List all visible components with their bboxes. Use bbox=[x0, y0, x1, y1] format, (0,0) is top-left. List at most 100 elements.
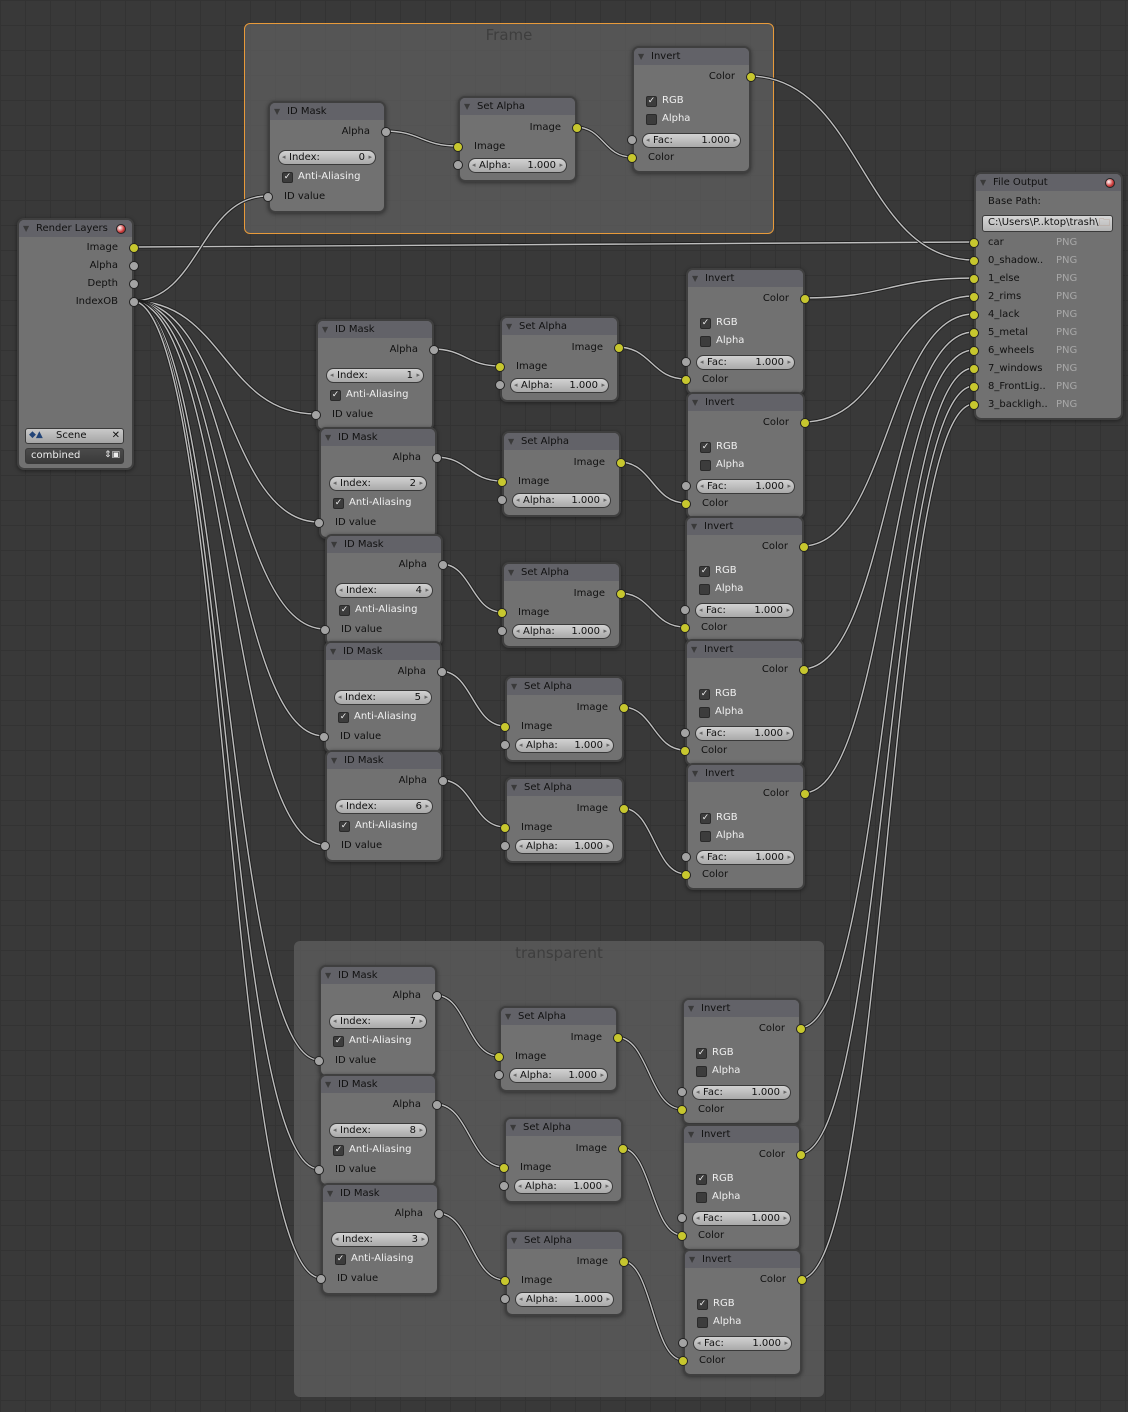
output-image-socket[interactable] bbox=[619, 804, 629, 814]
rgb-checkbox[interactable]: ✓ bbox=[700, 442, 711, 453]
index-field[interactable]: ◂ Index: 2 ▸ bbox=[329, 476, 427, 491]
rgb-checkbox[interactable]: ✓ bbox=[696, 1048, 707, 1059]
decrement-arrow-icon[interactable]: ◂ bbox=[696, 1212, 700, 1225]
increment-arrow-icon[interactable]: ▸ bbox=[606, 1293, 610, 1306]
input-id-value-socket[interactable] bbox=[314, 1056, 324, 1066]
link-image-to-car[interactable] bbox=[131, 241, 975, 248]
invert-node-header[interactable]: ▼ Invert bbox=[684, 1126, 799, 1143]
input-alpha-socket[interactable] bbox=[494, 1070, 504, 1080]
link-image-to-color[interactable] bbox=[621, 1260, 684, 1361]
invert-node[interactable]: ▼ Invert Color ✓ RGB Alpha ◂ Fac: 1.000 ▸ Color bbox=[681, 392, 810, 519]
fac-field[interactable]: ◂ Fac: 1.000 ▸ bbox=[692, 1085, 791, 1100]
decrement-arrow-icon[interactable]: ◂ bbox=[646, 134, 650, 147]
output-image-socket[interactable] bbox=[129, 243, 139, 253]
base-path-input[interactable]: C:\Users\P..ktop\trash\ 🗀 bbox=[982, 215, 1113, 232]
link-image-to-color[interactable] bbox=[618, 592, 686, 628]
input-color-socket[interactable] bbox=[677, 1231, 687, 1241]
input-fac-socket[interactable] bbox=[677, 1213, 687, 1223]
link-image-to-color[interactable] bbox=[574, 126, 633, 158]
set-alpha-node-header[interactable]: ▼ Set Alpha bbox=[507, 779, 622, 796]
increment-arrow-icon[interactable]: ▸ bbox=[603, 494, 607, 507]
collapse-triangle-icon[interactable]: ▼ bbox=[692, 765, 698, 782]
invert-node[interactable]: ▼ Invert Color ✓ RGB Alpha ◂ Fac: 1.000 ▸ Color bbox=[678, 1249, 807, 1376]
alpha-checkbox[interactable] bbox=[696, 1192, 707, 1203]
input-alpha-socket[interactable] bbox=[497, 495, 507, 505]
output-image-socket[interactable] bbox=[618, 1144, 628, 1154]
link-alpha-to-image[interactable] bbox=[431, 348, 501, 367]
set-alpha-node-header[interactable]: ▼ Set Alpha bbox=[506, 1119, 621, 1136]
id-mask-node-header[interactable]: ▼ ID Mask bbox=[318, 321, 432, 338]
collapse-triangle-icon[interactable]: ▼ bbox=[638, 48, 644, 65]
id-mask-node-header[interactable]: ▼ ID Mask bbox=[321, 1076, 435, 1093]
output-color-socket[interactable] bbox=[800, 418, 810, 428]
decrement-arrow-icon[interactable]: ◂ bbox=[282, 151, 286, 164]
output-image-socket[interactable] bbox=[613, 1033, 623, 1043]
file-input-socket[interactable] bbox=[969, 364, 979, 374]
decrement-arrow-icon[interactable]: ◂ bbox=[472, 159, 476, 172]
file-input-socket[interactable] bbox=[969, 382, 979, 392]
decrement-arrow-icon[interactable]: ◂ bbox=[333, 1015, 337, 1028]
fac-field[interactable]: ◂ Fac: 1.000 ▸ bbox=[693, 1336, 792, 1351]
output-depth-socket[interactable] bbox=[129, 279, 139, 289]
link-alpha-to-image[interactable] bbox=[383, 130, 459, 147]
id-mask-node[interactable]: ▼ ID Mask Alpha ◂ Index: 7 ▸ ✓ Anti-Aliasing ID v… bbox=[314, 965, 442, 1077]
id-mask-node[interactable]: ▼ ID Mask Alpha ◂ Index: 6 ▸ ✓ Anti-Aliasing ID v… bbox=[320, 750, 448, 862]
set-alpha-node-header[interactable]: ▼ Set Alpha bbox=[507, 1232, 622, 1249]
input-image-socket[interactable] bbox=[500, 823, 510, 833]
set-alpha-node-header[interactable]: ▼ Set Alpha bbox=[507, 678, 622, 695]
id-mask-node[interactable]: ▼ ID Mask Alpha ◂ Index: 3 ▸ ✓ Anti-Aliasing ID v… bbox=[316, 1183, 444, 1295]
invert-node[interactable]: ▼ Invert Color ✓ RGB Alpha ◂ Fac: 1.000 ▸ Color bbox=[677, 998, 806, 1125]
set-alpha-node[interactable]: ▼ Set Alpha Image Image ◂ Alpha: 1.000 ▸ bbox=[495, 316, 624, 402]
alpha-field[interactable]: ◂ Alpha: 1.000 ▸ bbox=[515, 1292, 614, 1307]
render-layers-node-header[interactable]: ▼ Render Layers bbox=[19, 220, 132, 237]
index-field[interactable]: ◂ Index: 6 ▸ bbox=[335, 799, 433, 814]
decrement-arrow-icon[interactable]: ◂ bbox=[516, 625, 520, 638]
input-id-value-socket[interactable] bbox=[320, 841, 330, 851]
input-alpha-socket[interactable] bbox=[453, 160, 463, 170]
decrement-arrow-icon[interactable]: ◂ bbox=[514, 379, 518, 392]
increment-arrow-icon[interactable]: ▸ bbox=[786, 604, 790, 617]
link-indexob-to-id-mask[interactable] bbox=[131, 195, 269, 302]
collapse-triangle-icon[interactable]: ▼ bbox=[980, 174, 986, 191]
output-color-socket[interactable] bbox=[796, 1150, 806, 1160]
collapse-triangle-icon[interactable]: ▼ bbox=[688, 1126, 694, 1143]
link-image-to-color[interactable] bbox=[616, 346, 687, 380]
input-color-socket[interactable] bbox=[627, 153, 637, 163]
input-fac-socket[interactable] bbox=[680, 605, 690, 615]
increment-arrow-icon[interactable]: ▸ bbox=[416, 369, 420, 382]
input-alpha-socket[interactable] bbox=[500, 740, 510, 750]
input-fac-socket[interactable] bbox=[677, 1087, 687, 1097]
render-preview-icon[interactable] bbox=[1105, 178, 1115, 188]
increment-arrow-icon[interactable]: ▸ bbox=[786, 727, 790, 740]
id-mask-node-header[interactable]: ▼ ID Mask bbox=[323, 1185, 437, 1202]
id-mask-node[interactable]: ▼ ID Mask Alpha ◂ Index: 2 ▸ ✓ Anti-Aliasing ID v… bbox=[314, 427, 442, 539]
collapse-triangle-icon[interactable]: ▼ bbox=[274, 103, 280, 120]
index-field[interactable]: ◂ Index: 8 ▸ bbox=[329, 1123, 427, 1138]
index-field[interactable]: ◂ Index: 3 ▸ bbox=[331, 1232, 429, 1247]
invert-node[interactable]: ▼ Invert Color ✓ RGB Alpha ◂ Fac: 1.000 ▸ Color bbox=[681, 268, 810, 395]
alpha-checkbox[interactable] bbox=[699, 584, 710, 595]
collapse-triangle-icon[interactable]: ▼ bbox=[692, 394, 698, 411]
output-alpha-socket[interactable] bbox=[381, 127, 391, 137]
input-color-socket[interactable] bbox=[678, 1356, 688, 1366]
collapse-triangle-icon[interactable]: ▼ bbox=[511, 678, 517, 695]
anti-aliasing-checkbox[interactable]: ✓ bbox=[338, 712, 349, 723]
id-mask-node[interactable]: ▼ ID Mask Alpha ◂ Index: 1 ▸ ✓ Anti-Aliasing ID v… bbox=[311, 319, 439, 431]
fac-field[interactable]: ◂ Fac: 1.000 ▸ bbox=[642, 133, 741, 148]
file-input-socket[interactable] bbox=[969, 256, 979, 266]
link-color-to-file-output[interactable] bbox=[802, 295, 975, 423]
output-color-socket[interactable] bbox=[746, 72, 756, 82]
output-color-socket[interactable] bbox=[796, 1024, 806, 1034]
set-alpha-node[interactable]: ▼ Set Alpha Image Image ◂ Alpha: 1.000 ▸ bbox=[494, 1006, 623, 1092]
input-fac-socket[interactable] bbox=[681, 357, 691, 367]
link-color-to-file-output[interactable] bbox=[798, 367, 975, 1029]
input-color-socket[interactable] bbox=[681, 870, 691, 880]
output-alpha-socket[interactable] bbox=[432, 1100, 442, 1110]
increment-arrow-icon[interactable]: ▸ bbox=[783, 1086, 787, 1099]
increment-arrow-icon[interactable]: ▸ bbox=[787, 480, 791, 493]
id-mask-node[interactable]: ▼ ID Mask Alpha ◂ Index: 8 ▸ ✓ Anti-Aliasing ID v… bbox=[314, 1074, 442, 1186]
anti-aliasing-checkbox[interactable]: ✓ bbox=[333, 1036, 344, 1047]
set-alpha-node[interactable]: ▼ Set Alpha Image Image ◂ Alpha: 1.000 ▸ bbox=[453, 96, 582, 182]
invert-node-header[interactable]: ▼ Invert bbox=[688, 270, 803, 287]
input-image-socket[interactable] bbox=[495, 362, 505, 372]
